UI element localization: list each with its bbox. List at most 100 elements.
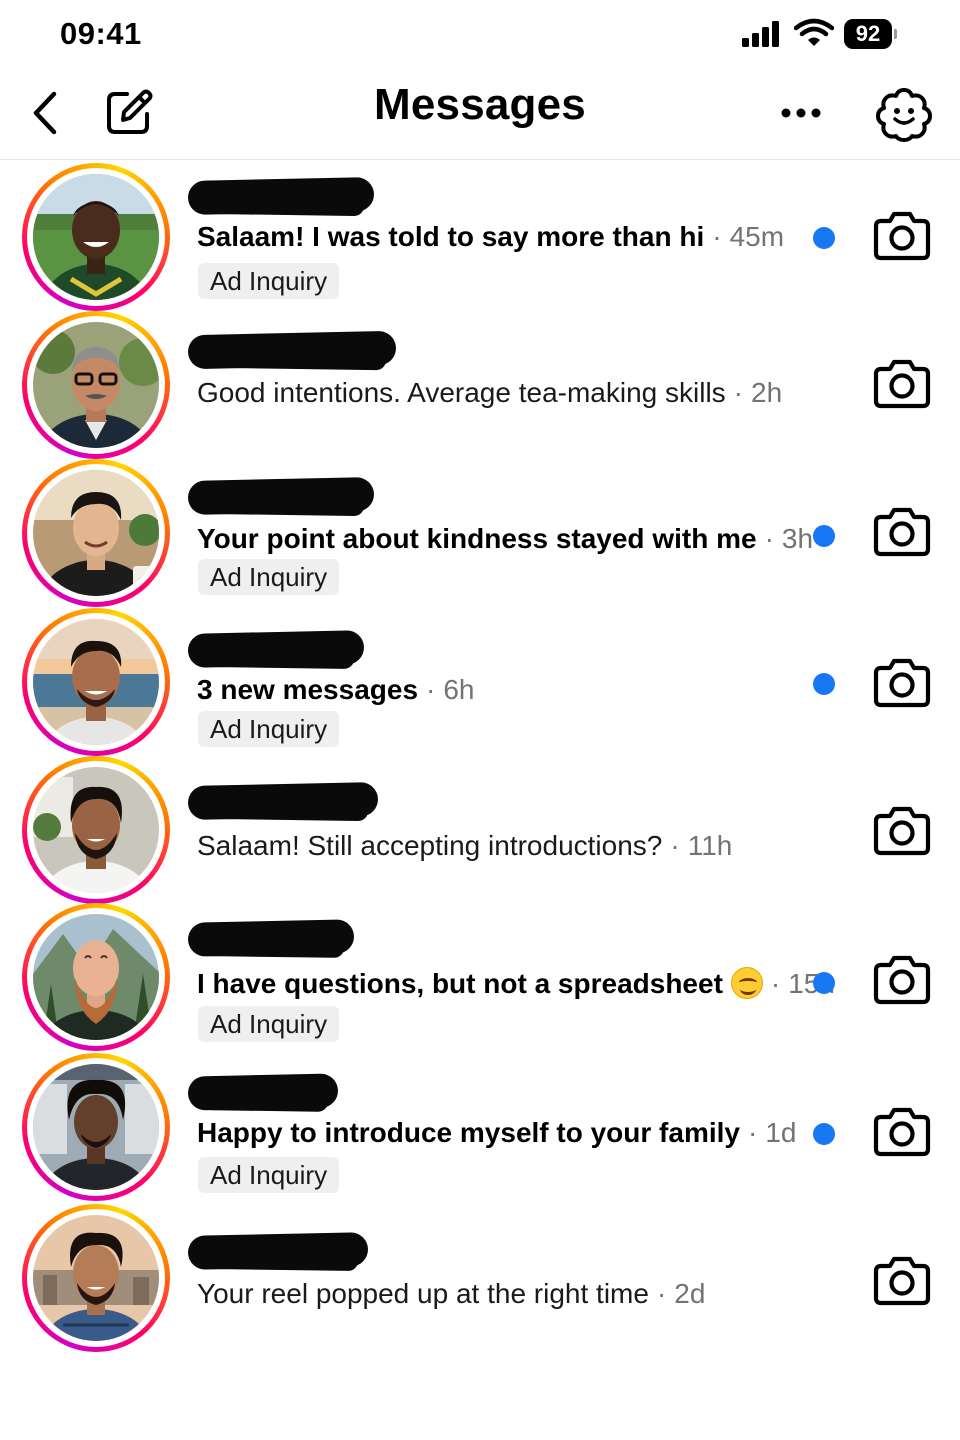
- camera-icon[interactable]: [873, 209, 931, 261]
- separator: ·: [712, 221, 722, 252]
- ad-inquiry-tag: Ad Inquiry: [198, 559, 340, 595]
- redacted-name: [187, 1073, 339, 1111]
- thread-row[interactable]: Your point about kindness stayed with me…: [0, 459, 960, 607]
- message-preview: Salaam! I was told to say more than hi · 4…: [197, 221, 784, 253]
- unread-dot: [813, 227, 835, 249]
- cellular-signal-icon: [742, 21, 779, 47]
- thread-row[interactable]: Happy to introduce myself to your family…: [0, 1053, 960, 1201]
- redacted-name: [187, 330, 397, 370]
- avatar[interactable]: [22, 459, 170, 607]
- more-horizontal-icon[interactable]: [778, 98, 824, 128]
- message-text: Salaam! I was told to say more than hi: [197, 221, 705, 252]
- message-text: Good intentions. Average tea-making skil…: [197, 377, 726, 408]
- avatar-photo: [33, 767, 159, 893]
- avatar-inner: [27, 908, 165, 1046]
- avatar-inner: [27, 1209, 165, 1347]
- message-time: 2d: [674, 1278, 706, 1309]
- redacted-name: [187, 1232, 369, 1270]
- avatar[interactable]: [22, 1204, 170, 1352]
- avatar-photo: [33, 1215, 159, 1341]
- avatar-inner: [27, 1058, 165, 1196]
- avatar[interactable]: [22, 608, 170, 756]
- redacted-name: [187, 630, 365, 668]
- message-text: Your point about kindness stayed with me: [197, 523, 757, 554]
- ad-inquiry-tag: Ad Inquiry: [198, 711, 340, 747]
- avatar-inner: [27, 761, 165, 899]
- separator: ·: [733, 377, 743, 408]
- separator: ·: [656, 1278, 667, 1309]
- message-time: 3h: [781, 523, 814, 554]
- message-preview: Good intentions. Average tea-making skil…: [197, 377, 782, 409]
- message-time: 45m: [729, 221, 785, 252]
- avatar-photo: [33, 619, 159, 745]
- avatar-photo: [33, 174, 159, 300]
- smiling-face-emoji-icon: [730, 967, 763, 999]
- message-preview: I have questions, but not a spreadsheet ·…: [197, 967, 835, 1000]
- ai-assistant-icon[interactable]: [876, 86, 932, 142]
- message-text: Happy to introduce myself to your family: [197, 1117, 740, 1148]
- thread-row[interactable]: 3 new messages · 6h Ad Inquiry: [0, 608, 960, 756]
- avatar-inner: [27, 613, 165, 751]
- avatar[interactable]: [22, 163, 170, 311]
- message-text: 3 new messages: [197, 674, 419, 705]
- header: Messages: [0, 70, 960, 160]
- redacted-name: [187, 919, 355, 957]
- unread-dot: [813, 972, 835, 994]
- camera-icon[interactable]: [873, 953, 931, 1005]
- thread-row[interactable]: Salaam! I was told to say more than hi · 4…: [0, 163, 960, 311]
- message-text: Your reel popped up at the right time: [197, 1278, 649, 1309]
- camera-icon[interactable]: [873, 1254, 931, 1306]
- message-time: 11h: [687, 830, 733, 861]
- unread-dot: [813, 1123, 835, 1145]
- avatar[interactable]: [22, 311, 170, 459]
- ad-inquiry-tag: Ad Inquiry: [198, 1006, 340, 1042]
- avatar-inner: [27, 464, 165, 602]
- redacted-name: [187, 177, 375, 215]
- message-text: Salaam! Still accepting introductions?: [197, 830, 663, 861]
- redacted-name: [187, 477, 375, 515]
- avatar-photo: [33, 470, 159, 596]
- camera-icon[interactable]: [873, 357, 931, 409]
- camera-icon[interactable]: [873, 656, 931, 708]
- avatar-photo: [33, 322, 159, 448]
- message-time: 2h: [751, 377, 783, 408]
- camera-icon[interactable]: [873, 804, 931, 856]
- redacted-name: [187, 782, 379, 820]
- ad-inquiry-tag: Ad Inquiry: [198, 263, 340, 299]
- unread-dot: [813, 525, 835, 547]
- thread-row[interactable]: Your reel popped up at the right time · 2d: [0, 1204, 960, 1352]
- camera-icon[interactable]: [873, 1105, 931, 1157]
- avatar[interactable]: [22, 1053, 170, 1201]
- message-text: I have questions, but not a spreadsheet: [197, 968, 723, 999]
- status-bar: 09:41 92: [0, 0, 960, 70]
- battery-cap: [894, 29, 897, 39]
- message-preview: Salaam! Still accepting introductions? · 1…: [197, 830, 732, 862]
- avatar-inner: [27, 316, 165, 454]
- thread-row[interactable]: I have questions, but not a spreadsheet ·…: [0, 903, 960, 1051]
- message-preview: Your reel popped up at the right time · 2d: [197, 1278, 705, 1310]
- avatar[interactable]: [22, 903, 170, 1051]
- separator: ·: [764, 523, 774, 554]
- message-preview: 3 new messages · 6h: [197, 674, 475, 706]
- separator: ·: [426, 674, 436, 705]
- wifi-icon: [794, 18, 834, 46]
- avatar-inner: [27, 168, 165, 306]
- message-preview: Your point about kindness stayed with me…: [197, 523, 813, 555]
- message-time: 1d: [765, 1117, 797, 1148]
- avatar[interactable]: [22, 756, 170, 904]
- avatar-photo: [33, 914, 159, 1040]
- camera-icon[interactable]: [873, 505, 931, 557]
- battery-level: 92: [844, 19, 892, 49]
- separator: ·: [747, 1117, 758, 1148]
- status-time: 09:41: [60, 16, 142, 51]
- message-preview: Happy to introduce myself to your family…: [197, 1117, 796, 1149]
- avatar-photo: [33, 1064, 159, 1190]
- message-time: 6h: [443, 674, 475, 705]
- separator: ·: [670, 830, 680, 861]
- thread-row[interactable]: Salaam! Still accepting introductions? · 1…: [0, 756, 960, 904]
- battery-indicator: 92: [844, 19, 897, 49]
- separator: ·: [770, 968, 781, 999]
- ad-inquiry-tag: Ad Inquiry: [198, 1157, 340, 1193]
- unread-dot: [813, 673, 835, 695]
- thread-row[interactable]: Good intentions. Average tea-making skil…: [0, 311, 960, 459]
